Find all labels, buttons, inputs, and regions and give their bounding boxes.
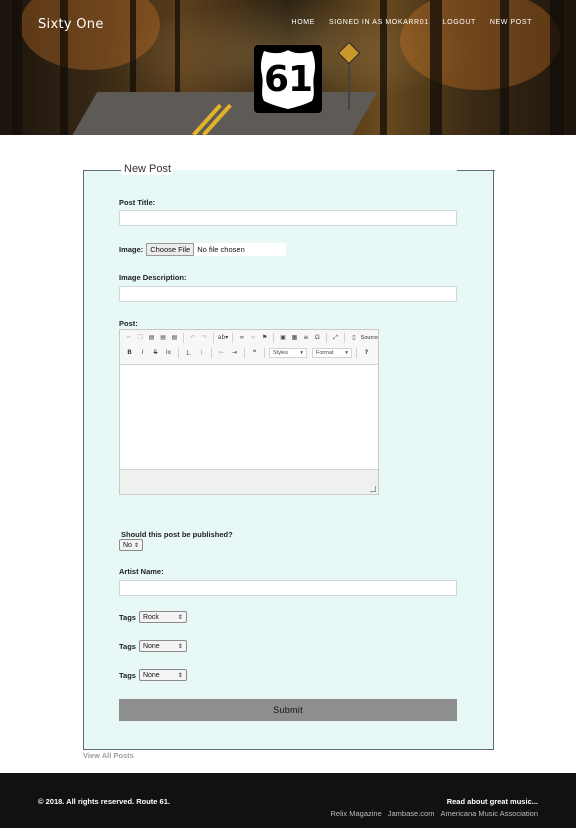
route-61-logo: 61	[254, 45, 322, 113]
format-dropdown[interactable]: Format ▾	[312, 347, 352, 358]
footer-link-relix[interactable]: Relix Magazine	[330, 809, 381, 818]
strike-button[interactable]: S	[150, 347, 161, 358]
tags-select-1[interactable]: Rock ⇕	[138, 611, 187, 623]
bullet-list-icon[interactable]: ⁝	[196, 347, 207, 358]
paste-text-icon[interactable]: ▤	[158, 332, 167, 343]
table-icon[interactable]: ▦	[290, 332, 299, 343]
image-label: Image:	[119, 245, 144, 254]
post-title-label: Post Title:	[119, 198, 156, 207]
chevron-updown-icon: ⇕	[177, 672, 183, 679]
unlink-icon[interactable]: ∞	[249, 332, 258, 343]
footer-links: Relix Magazine Jambase.com Americana Mus…	[330, 809, 538, 818]
chevron-updown-icon: ⇕	[133, 542, 139, 549]
artist-name-label: Artist Name:	[119, 567, 164, 576]
styles-dropdown[interactable]: Styles ▾	[269, 347, 307, 358]
main-nav: HOME SIGNED IN AS MOKARR01 LOGOUT NEW PO…	[292, 19, 532, 26]
publish-select[interactable]: No ⇕	[119, 539, 143, 551]
road-sign-icon	[337, 41, 361, 65]
choose-file-button[interactable]: Choose File	[146, 243, 195, 256]
footer-link-americana[interactable]: Americana Music Association	[440, 809, 538, 818]
indent-icon[interactable]: ⇥	[229, 347, 240, 358]
editor-toolbar-row-2: B I S Ix ⒈ ⁝ ⇤ ⇥ ❝ Styles ▾ Format ▾ ?	[120, 345, 378, 360]
artist-name-input[interactable]	[119, 580, 457, 596]
publish-label: Should this post be published?	[121, 530, 233, 539]
post-label: Post:	[119, 319, 138, 328]
tags-label: Tags	[119, 641, 136, 651]
maximize-icon[interactable]: ⤢	[331, 332, 340, 343]
site-brand[interactable]: Sixty One	[38, 17, 104, 32]
logo-number: 61	[263, 59, 313, 100]
rich-text-editor: ✂ ❐ ▤ ▤ ▤ ↶ ↷ ab▾ ∞ ∞ ⚑ ▣ ▦ ≡ Ω ⤢ ▯ Sour…	[119, 329, 379, 495]
nav-logout[interactable]: LOGOUT	[443, 19, 476, 26]
nav-signed-in[interactable]: SIGNED IN AS MOKARR01	[329, 19, 429, 26]
tags-select-2[interactable]: None ⇕	[138, 640, 187, 652]
form-legend: New Post	[122, 163, 174, 175]
spellcheck-icon[interactable]: ab▾	[218, 332, 229, 343]
editor-content-area[interactable]	[120, 364, 378, 470]
bold-button[interactable]: B	[124, 347, 135, 358]
undo-icon[interactable]: ↶	[188, 332, 197, 343]
source-icon[interactable]: ▯	[349, 332, 358, 343]
footer-link-jambase[interactable]: Jambase.com	[388, 809, 435, 818]
paste-icon[interactable]: ▤	[147, 332, 156, 343]
nav-new-post[interactable]: NEW POST	[490, 19, 532, 26]
special-char-icon[interactable]: Ω	[313, 332, 322, 343]
tags-label: Tags	[119, 612, 136, 622]
file-status: No file chosen	[197, 245, 245, 254]
numbered-list-icon[interactable]: ⒈	[183, 347, 194, 358]
chevron-updown-icon: ⇕	[177, 614, 183, 621]
tags-row-2: Tags None ⇕	[119, 640, 187, 652]
italic-button[interactable]: I	[137, 347, 148, 358]
read-about-heading: Read about great music...	[446, 797, 538, 806]
cut-icon[interactable]: ✂	[124, 332, 133, 343]
image-icon[interactable]: ▣	[278, 332, 287, 343]
copy-icon[interactable]: ❐	[135, 332, 144, 343]
resize-handle-icon[interactable]	[370, 486, 376, 492]
tags-row-3: Tags None ⇕	[119, 669, 187, 681]
help-button[interactable]: ?	[361, 347, 372, 358]
submit-button[interactable]: Submit	[119, 699, 457, 721]
copyright-text: © 2018. All rights reserved. Route 61.	[38, 797, 170, 806]
outdent-icon[interactable]: ⇤	[216, 347, 227, 358]
link-icon[interactable]: ∞	[237, 332, 246, 343]
tags-label: Tags	[119, 670, 136, 680]
remove-format-icon[interactable]: Ix	[163, 347, 174, 358]
nav-home[interactable]: HOME	[292, 19, 315, 26]
tags-select-3[interactable]: None ⇕	[138, 669, 187, 681]
blockquote-icon[interactable]: ❝	[249, 347, 260, 358]
post-title-input[interactable]	[119, 210, 457, 226]
anchor-flag-icon[interactable]: ⚑	[260, 332, 269, 343]
tags-row-1: Tags Rock ⇕	[119, 611, 187, 623]
image-description-label: Image Description:	[119, 273, 187, 282]
source-button[interactable]: Source	[361, 335, 378, 341]
editor-status-bar	[120, 470, 378, 494]
image-description-input[interactable]	[119, 286, 457, 302]
horizontal-line-icon[interactable]: ≡	[301, 332, 310, 343]
editor-toolbar-row-1: ✂ ❐ ▤ ▤ ▤ ↶ ↷ ab▾ ∞ ∞ ⚑ ▣ ▦ ≡ Ω ⤢ ▯ Sour…	[120, 330, 378, 345]
paste-word-icon[interactable]: ▤	[170, 332, 179, 343]
view-all-posts-link[interactable]: View All Posts	[83, 751, 134, 760]
redo-icon[interactable]: ↷	[199, 332, 208, 343]
chevron-updown-icon: ⇕	[177, 643, 183, 650]
image-upload-row: Image: Choose File No file chosen	[119, 243, 287, 256]
